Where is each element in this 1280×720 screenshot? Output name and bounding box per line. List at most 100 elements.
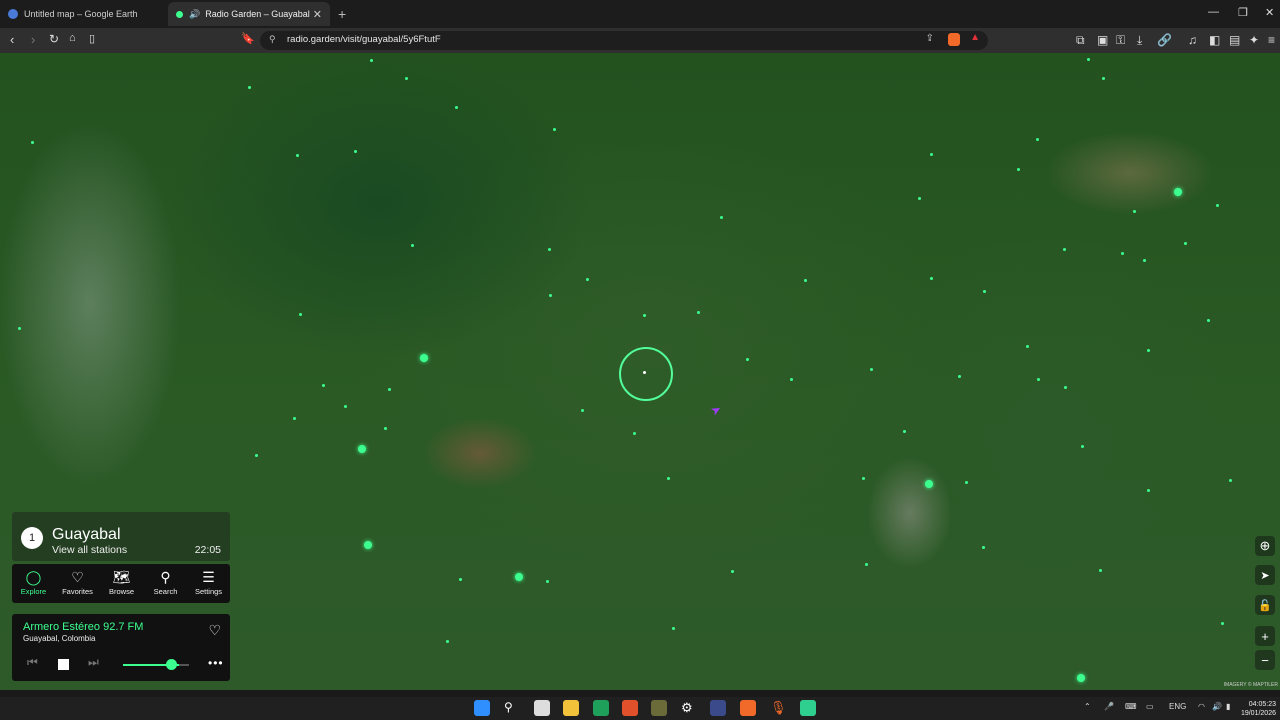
- station-dot[interactable]: [643, 314, 646, 317]
- start-icon[interactable]: [474, 700, 490, 716]
- station-dot[interactable]: [1037, 378, 1040, 381]
- file-explorer-icon[interactable]: [563, 700, 579, 716]
- station-dot[interactable]: [1184, 242, 1187, 245]
- h-app-icon[interactable]: [622, 700, 638, 716]
- station-dot[interactable]: [804, 279, 807, 282]
- reload-icon[interactable]: ↻: [49, 32, 59, 46]
- station-dot[interactable]: [1221, 622, 1224, 625]
- station-dot[interactable]: [459, 578, 462, 581]
- station-dot[interactable]: [248, 86, 251, 89]
- station-dot[interactable]: [405, 77, 408, 80]
- site-info-icon[interactable]: ⚲: [269, 34, 276, 45]
- share-icon[interactable]: ⇪: [926, 33, 934, 44]
- station-dot-large[interactable]: [1174, 188, 1182, 196]
- station-dot[interactable]: [865, 563, 868, 566]
- station-dot[interactable]: [1143, 259, 1146, 262]
- zoom-out-icon[interactable]: −: [1255, 650, 1275, 670]
- app-icon[interactable]: [710, 700, 726, 716]
- station-dot-large[interactable]: [364, 541, 372, 549]
- view-all-stations-link[interactable]: View all stations: [52, 544, 127, 556]
- link-icon[interactable]: 🔗: [1157, 33, 1172, 47]
- home-icon[interactable]: ⌂: [69, 32, 76, 44]
- bookmark-icon[interactable]: 🔖: [241, 32, 255, 45]
- station-dot[interactable]: [1063, 248, 1066, 251]
- task-view-icon[interactable]: [534, 700, 550, 716]
- close-window-icon[interactable]: ✕: [1265, 6, 1274, 19]
- station-dot[interactable]: [930, 153, 933, 156]
- favorite-heart-icon[interactable]: ♡: [208, 622, 221, 639]
- forward-icon[interactable]: ›: [31, 32, 35, 47]
- mic-tray-icon[interactable]: 🎤: [1104, 702, 1114, 711]
- station-dot[interactable]: [370, 59, 373, 62]
- nav-settings[interactable]: ☰ Settings: [187, 564, 230, 603]
- game-icon[interactable]: [651, 700, 667, 716]
- next-icon[interactable]: ⏭: [88, 655, 99, 670]
- download-icon[interactable]: ⤓: [1137, 33, 1142, 48]
- volume-slider-fill[interactable]: [123, 664, 187, 666]
- station-dot[interactable]: [553, 128, 556, 131]
- locate-me-icon[interactable]: ➤: [1255, 565, 1275, 585]
- close-tab-icon[interactable]: ✕: [313, 8, 322, 21]
- tab-radio-garden[interactable]: 🔊 Radio Garden – Guayabal ✕: [168, 2, 330, 26]
- brave-shields-icon[interactable]: [948, 33, 960, 46]
- station-dot[interactable]: [672, 627, 675, 630]
- station-dot[interactable]: [344, 405, 347, 408]
- minimize-icon[interactable]: —: [1208, 6, 1219, 18]
- station-dot[interactable]: [862, 477, 865, 480]
- station-dot[interactable]: [546, 580, 549, 583]
- station-dot-large[interactable]: [358, 445, 366, 453]
- station-dot[interactable]: [411, 244, 414, 247]
- wallet-card-icon[interactable]: ▤: [1229, 33, 1240, 47]
- station-dot[interactable]: [1064, 386, 1067, 389]
- speaker-icon[interactable]: 🔊: [189, 9, 200, 20]
- station-dot[interactable]: [586, 278, 589, 281]
- station-dot[interactable]: [1121, 252, 1124, 255]
- station-dot[interactable]: [633, 432, 636, 435]
- wallet-icon[interactable]: ▣: [1097, 33, 1108, 47]
- brave-icon[interactable]: [740, 700, 756, 716]
- menu-icon[interactable]: ≡: [1268, 33, 1275, 47]
- station-dot[interactable]: [1036, 138, 1039, 141]
- station-name[interactable]: Armero Estéreo 92.7 FM: [23, 621, 143, 633]
- station-dot[interactable]: [1147, 489, 1150, 492]
- maximize-icon[interactable]: ❐: [1238, 6, 1248, 19]
- station-dot[interactable]: [930, 277, 933, 280]
- station-dot[interactable]: [446, 640, 449, 643]
- station-dot[interactable]: [1099, 569, 1102, 572]
- station-dot[interactable]: [746, 358, 749, 361]
- station-dot[interactable]: [1133, 210, 1136, 213]
- station-dot[interactable]: [1081, 445, 1084, 448]
- station-dot[interactable]: [731, 570, 734, 573]
- station-dot[interactable]: [903, 430, 906, 433]
- stop-button[interactable]: [58, 659, 69, 670]
- nav-browse[interactable]: 🗺 Browse: [100, 564, 143, 603]
- station-dot[interactable]: [1026, 345, 1029, 348]
- station-dot[interactable]: [983, 290, 986, 293]
- zoom-in-icon[interactable]: +: [1255, 626, 1275, 646]
- lock-icon[interactable]: 🔓: [1255, 595, 1275, 615]
- nav-explore[interactable]: ◯ Explore: [12, 564, 55, 603]
- search-icon[interactable]: ⚲: [504, 700, 520, 716]
- station-dot[interactable]: [1017, 168, 1020, 171]
- tab-google-earth[interactable]: Untitled map – Google Earth: [0, 2, 166, 26]
- new-tab-icon[interactable]: +: [338, 6, 346, 22]
- station-dot[interactable]: [388, 388, 391, 391]
- extensions-icon[interactable]: ⧉: [1076, 33, 1085, 48]
- back-icon[interactable]: ‹: [10, 32, 14, 47]
- station-dot[interactable]: [296, 154, 299, 157]
- station-dot[interactable]: [299, 313, 302, 316]
- station-dot[interactable]: [667, 477, 670, 480]
- station-dot[interactable]: [1102, 77, 1105, 80]
- microphone-app-icon[interactable]: 🎙: [770, 700, 787, 716]
- station-dot-large[interactable]: [925, 480, 933, 488]
- key-icon[interactable]: ⚿: [1116, 33, 1125, 48]
- station-dot-large[interactable]: [420, 354, 428, 362]
- station-dot[interactable]: [354, 150, 357, 153]
- chatgpt-icon[interactable]: ⚙: [681, 700, 697, 716]
- tray-chevron-icon[interactable]: ⌃: [1084, 702, 1091, 711]
- nav-favorites[interactable]: ♡ Favorites: [56, 564, 99, 603]
- language-indicator[interactable]: ENG: [1169, 702, 1186, 711]
- station-dot[interactable]: [1229, 479, 1232, 482]
- split-view-icon[interactable]: ◧: [1209, 33, 1220, 47]
- station-dot[interactable]: [697, 311, 700, 314]
